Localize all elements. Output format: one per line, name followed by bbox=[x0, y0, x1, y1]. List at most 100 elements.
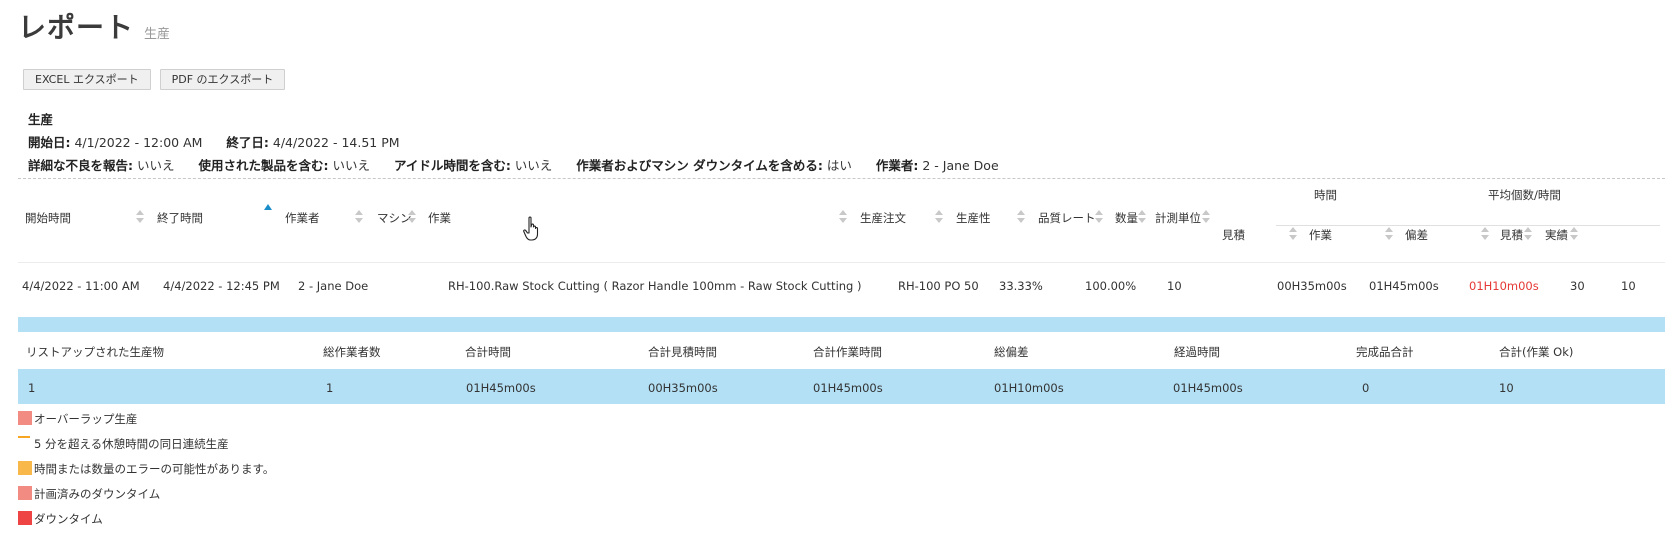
col-header-job[interactable]: 作業 bbox=[428, 210, 451, 226]
summary-header-total-est: 合計見積時間 bbox=[648, 345, 717, 359]
pdf-export-button[interactable]: PDF のエクスポート bbox=[159, 69, 286, 90]
sort-icon[interactable] bbox=[408, 210, 416, 224]
sort-icon[interactable] bbox=[1524, 227, 1532, 241]
summary-header-listed: リストアップされた生産物 bbox=[26, 345, 164, 359]
idle-value: いいえ bbox=[514, 158, 553, 173]
sort-asc-icon[interactable] bbox=[264, 204, 272, 218]
page-header: レポート 生産 bbox=[18, 6, 170, 46]
excel-export-button[interactable]: EXCEL エクスポート bbox=[23, 69, 151, 90]
col-header-avg-act[interactable]: 実績 bbox=[1545, 227, 1568, 243]
legend-error: 時間または数量のエラーの可能性があります。 bbox=[18, 461, 274, 477]
products-value: いいえ bbox=[332, 158, 370, 173]
summary-value-total-dev: 01H10m00s bbox=[994, 381, 1064, 395]
summary-header-total-dev: 総偏差 bbox=[994, 345, 1029, 359]
cell-time-work: 01H45m00s bbox=[1369, 279, 1439, 293]
sort-icon[interactable] bbox=[1570, 227, 1578, 241]
col-header-quality[interactable]: 品質レート bbox=[1038, 210, 1096, 226]
col-header-avg-est[interactable]: 見積 bbox=[1500, 227, 1523, 243]
end-date-value: 4/4/2022 - 14.51 PM bbox=[272, 135, 400, 150]
col-header-time-work[interactable]: 作業 bbox=[1309, 227, 1332, 243]
export-toolbar: EXCEL エクスポート PDF のエクスポート bbox=[23, 69, 286, 90]
sort-icon[interactable] bbox=[1017, 210, 1025, 224]
legend-downtime: ダウンタイム bbox=[18, 511, 103, 527]
group-divider bbox=[1276, 225, 1660, 226]
summary-header-finished: 完成品合計 bbox=[1356, 345, 1414, 359]
start-date-label: 開始日: bbox=[28, 135, 71, 150]
products-label: 使用された製品を含む: bbox=[198, 158, 329, 173]
cell-avg-est: 30 bbox=[1570, 279, 1585, 293]
defect-value: いいえ bbox=[136, 158, 175, 173]
col-header-order[interactable]: 生産注文 bbox=[860, 210, 906, 226]
legend-swatch-downtime bbox=[18, 511, 32, 525]
col-header-operator[interactable]: 作業者 bbox=[285, 210, 320, 226]
operator-filter-value: 2 - Jane Doe bbox=[922, 158, 999, 173]
report-name: 生産 bbox=[28, 112, 54, 127]
summary-value-total-est: 00H35m00s bbox=[648, 381, 718, 395]
summary-value-finished: 0 bbox=[1362, 381, 1370, 395]
summary-value-operators: 1 bbox=[326, 381, 334, 395]
cell-operator: 2 - Jane Doe bbox=[298, 279, 369, 293]
col-header-unit[interactable]: 計測単位 bbox=[1155, 210, 1201, 226]
sort-icon[interactable] bbox=[355, 210, 363, 224]
cell-order: RH-100 PO 50 bbox=[898, 279, 979, 293]
page-title: レポート bbox=[18, 11, 135, 44]
legend-label: ダウンタイム bbox=[34, 512, 103, 526]
summary-value-listed: 1 bbox=[28, 381, 36, 395]
group-header-avg: 平均個数/時間 bbox=[1488, 188, 1561, 202]
sort-icon[interactable] bbox=[136, 210, 144, 224]
highlight-bar bbox=[18, 317, 1665, 332]
page-subtitle: 生産 bbox=[144, 27, 171, 42]
summary-value-total-work: 01H45m00s bbox=[813, 381, 883, 395]
cell-start: 4/4/2022 - 11:00 AM bbox=[22, 279, 140, 293]
defect-label: 詳細な不良を報告: bbox=[28, 158, 133, 173]
cell-quality: 100.00% bbox=[1085, 279, 1137, 293]
legend-planned-downtime: 計画済みのダウンタイム bbox=[18, 486, 160, 502]
legend-swatch-error bbox=[18, 461, 32, 475]
legend-overlap: オーバーラップ生産 bbox=[18, 411, 137, 427]
legend-label: 時間または数量のエラーの可能性があります。 bbox=[34, 462, 275, 476]
cell-qty: 10 bbox=[1167, 279, 1182, 293]
divider bbox=[18, 178, 1665, 179]
start-date-value: 4/1/2022 - 12:00 AM bbox=[74, 135, 203, 150]
sort-icon[interactable] bbox=[1385, 227, 1393, 241]
cell-avg-act: 10 bbox=[1621, 279, 1636, 293]
legend-label: 5 分を超える休憩時間の同日連続生産 bbox=[34, 437, 229, 451]
legend-label: オーバーラップ生産 bbox=[34, 412, 138, 426]
legend-swatch-planned-downtime bbox=[18, 486, 32, 500]
summary-header-total-work: 合計作業時間 bbox=[813, 345, 882, 359]
col-header-start[interactable]: 開始時間 bbox=[25, 210, 71, 226]
col-header-time-est[interactable]: 見積 bbox=[1222, 227, 1245, 243]
sort-icon[interactable] bbox=[1138, 210, 1146, 224]
sort-icon[interactable] bbox=[935, 210, 943, 224]
col-header-machine[interactable]: マシン bbox=[377, 210, 412, 226]
col-header-productivity[interactable]: 生産性 bbox=[956, 210, 991, 226]
col-header-qty[interactable]: 数量 bbox=[1115, 210, 1138, 226]
legend-swatch-overlap bbox=[18, 411, 32, 425]
hand-pointer-icon bbox=[523, 216, 539, 241]
report-parameters: 生産 開始日: 4/1/2022 - 12:00 AM 終了日: 4/4/202… bbox=[28, 109, 999, 178]
cell-time-est: 00H35m00s bbox=[1277, 279, 1347, 293]
legend-line-break bbox=[18, 436, 32, 450]
sort-icon[interactable] bbox=[1095, 210, 1103, 224]
sort-icon[interactable] bbox=[1481, 227, 1489, 241]
summary-value-total-ok: 10 bbox=[1499, 381, 1514, 395]
legend-label: 計画済みのダウンタイム bbox=[34, 487, 161, 501]
cell-productivity: 33.33% bbox=[999, 279, 1043, 293]
cell-end: 4/4/2022 - 12:45 PM bbox=[163, 279, 280, 293]
col-header-end[interactable]: 終了時間 bbox=[157, 210, 203, 226]
cell-job: RH-100.Raw Stock Cutting ( Razor Handle … bbox=[448, 279, 862, 293]
sort-icon[interactable] bbox=[1202, 210, 1210, 224]
sort-icon[interactable] bbox=[839, 210, 847, 224]
cell-time-dev: 01H10m00s bbox=[1469, 279, 1539, 293]
col-header-time-dev[interactable]: 偏差 bbox=[1405, 227, 1428, 243]
summary-value-elapsed: 01H45m00s bbox=[1173, 381, 1243, 395]
sort-icon[interactable] bbox=[1289, 227, 1297, 241]
summary-value-total-time: 01H45m00s bbox=[466, 381, 536, 395]
summary-header-total-time: 合計時間 bbox=[465, 345, 511, 359]
idle-label: アイドル時間を含む: bbox=[393, 158, 511, 173]
group-header-time: 時間 bbox=[1314, 188, 1337, 202]
header-divider bbox=[18, 262, 1665, 263]
summary-header-total-ok: 合計(作業 Ok) bbox=[1499, 345, 1574, 359]
summary-header-operators: 総作業者数 bbox=[323, 345, 381, 359]
downtime-label: 作業者およびマシン ダウンタイムを含める: bbox=[576, 158, 823, 173]
